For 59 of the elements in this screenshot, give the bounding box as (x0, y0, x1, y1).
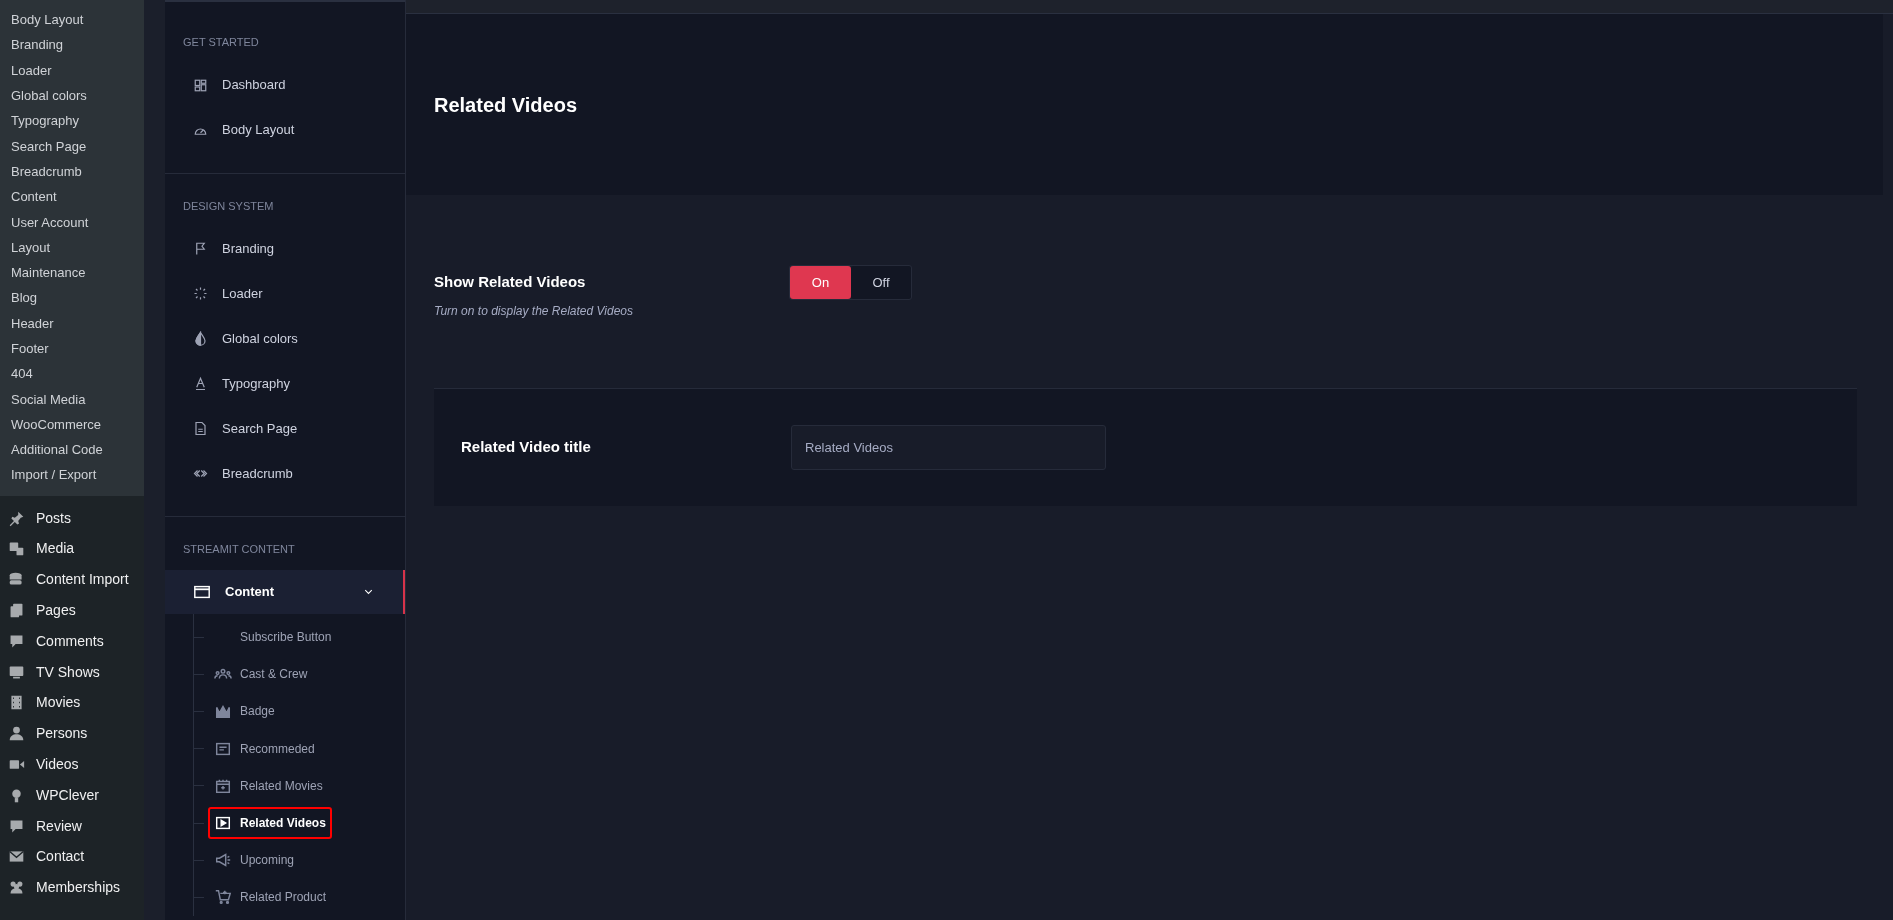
nav-item[interactable]: Breadcrumb (165, 451, 405, 496)
nav-item[interactable]: Typography (165, 361, 405, 406)
submenu-link[interactable]: Additional Code (0, 437, 144, 463)
nav-item[interactable]: Body Layout (165, 107, 405, 153)
menu-item[interactable]: WPClever (0, 779, 144, 811)
menu-item[interactable]: Movies (0, 687, 144, 719)
submenu-link[interactable]: Body Layout (0, 7, 144, 33)
nav-subitem[interactable]: Related Movies (208, 769, 329, 802)
menu-item[interactable]: Review (0, 810, 144, 842)
field-label: Related Video title (461, 437, 592, 458)
nav-item[interactable]: Loader (165, 271, 405, 316)
menu-item[interactable]: Pages (0, 595, 144, 626)
section-heading: GET STARTED (182, 35, 260, 50)
submenu-link[interactable]: Social Media (0, 386, 144, 412)
page-title: Related Videos (434, 92, 578, 118)
menu-item[interactable]: TV Shows (0, 656, 144, 688)
nav-item[interactable]: Dashboard (165, 62, 405, 108)
section-heading: STREAMIT CONTENT (182, 542, 296, 557)
submenu-link[interactable]: Layout (0, 234, 144, 260)
on-button[interactable]: On (790, 266, 851, 299)
submenu-link[interactable]: Header (0, 310, 144, 336)
submenu-link[interactable]: Global colors (0, 82, 144, 109)
nav-item[interactable]: Global colors (165, 316, 405, 361)
nav-item[interactable]: Branding (165, 226, 405, 271)
nav-subitem[interactable]: Subscribe Button (208, 621, 338, 654)
nav-item[interactable]: Content (165, 569, 405, 614)
menu-item[interactable]: Content Import (0, 564, 144, 596)
submenu-link[interactable]: WooCommerce (0, 411, 144, 438)
nav-subitem[interactable]: Related Product (208, 881, 333, 914)
nav-subitem[interactable]: Badge (208, 695, 281, 728)
off-button[interactable]: Off (851, 266, 911, 299)
submenu-link[interactable]: Blog (0, 285, 144, 311)
submenu-link[interactable]: Breadcrumb (0, 158, 144, 185)
submenu-link[interactable]: Typography (0, 108, 144, 134)
setting-label: Show Related Videos (434, 272, 587, 292)
setting-description: Turn on to display the Related Videos (434, 302, 634, 320)
submenu-link[interactable]: Branding (0, 32, 144, 58)
submenu-link[interactable]: 404 (0, 361, 144, 387)
submenu-link[interactable]: Import / Export (0, 462, 144, 488)
menu-item[interactable]: Posts (0, 502, 144, 534)
section-heading: DESIGN SYSTEM (182, 198, 275, 214)
submenu-link[interactable]: Search Page (0, 133, 144, 159)
menu-item[interactable]: Comments (0, 625, 144, 657)
submenu-link[interactable]: User Account (0, 209, 144, 235)
nav-item[interactable]: Search Page (165, 406, 405, 451)
menu-item[interactable]: Memberships (0, 872, 144, 903)
menu-item[interactable]: Videos (0, 749, 144, 780)
submenu-link[interactable]: Maintenance (0, 259, 144, 286)
menu-item[interactable]: Contact (0, 841, 144, 873)
submenu-link[interactable]: Footer (0, 335, 144, 362)
input-field[interactable]: Related Videos (791, 425, 1106, 470)
menu-item[interactable]: Media (0, 533, 144, 565)
nav-subitem[interactable]: Cast & Crew (208, 658, 314, 691)
menu-item[interactable]: Persons (0, 718, 144, 749)
nav-subitem[interactable]: Upcoming (208, 844, 301, 877)
submenu-link[interactable]: Loader (0, 57, 144, 83)
nav-subitem[interactable]: Related Videos (208, 807, 332, 840)
nav-subitem[interactable]: Recommeded (208, 732, 321, 765)
submenu-link[interactable]: Content (0, 184, 144, 210)
